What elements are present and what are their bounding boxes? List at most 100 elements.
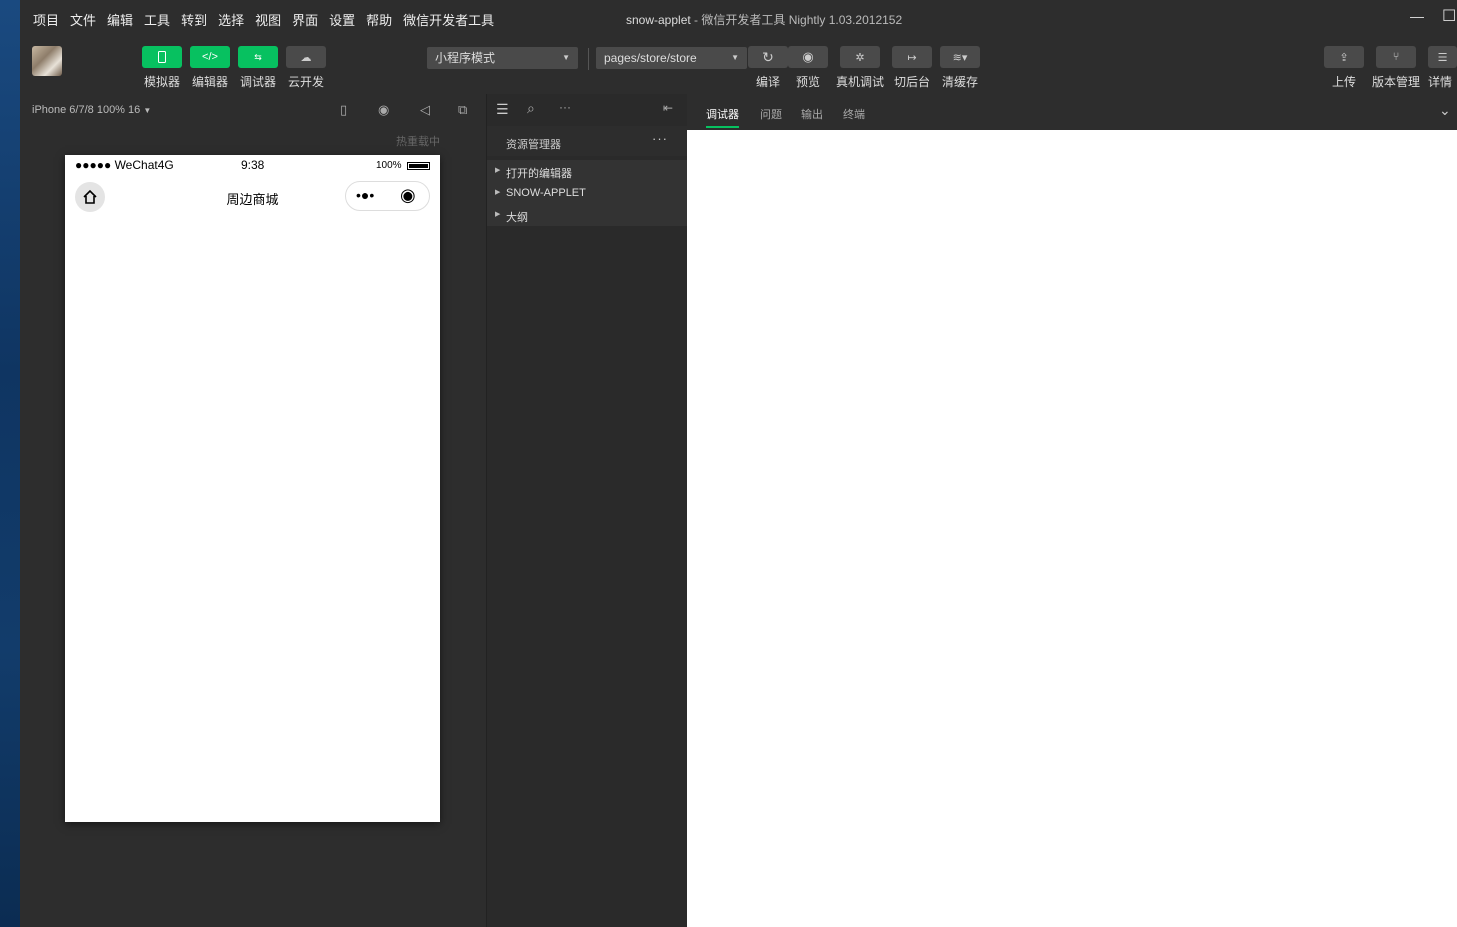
debug-icon: ⇆ xyxy=(254,51,262,62)
eye-icon: ◉ xyxy=(802,49,814,64)
menu-project[interactable]: 项目 xyxy=(33,10,59,29)
menu-interface[interactable]: 界面 xyxy=(292,10,318,29)
simulator-button[interactable] xyxy=(142,46,182,68)
cloud-label: 云开发 xyxy=(287,75,324,89)
details-button[interactable]: ☰ xyxy=(1428,46,1457,68)
version-label: 版本管理 xyxy=(1371,75,1420,89)
chevron-right-icon: ▶ xyxy=(495,167,501,174)
code-icon: </> xyxy=(202,51,218,63)
battery-percent: 100% xyxy=(376,160,402,171)
project-name: snow-applet xyxy=(626,13,691,27)
search-icon[interactable]: ⌕ xyxy=(527,100,535,117)
compile-button[interactable]: ↻ xyxy=(748,46,788,68)
explorer-item-project[interactable]: ▶ SNOW-APPLET xyxy=(487,182,687,204)
volume-icon[interactable]: ◁ xyxy=(420,102,430,118)
explorer-more-button[interactable]: ··· xyxy=(652,131,668,146)
menu-icon: ☰ xyxy=(1437,51,1448,64)
clock-text: 9:38 xyxy=(241,158,265,172)
menu-goto[interactable]: 转到 xyxy=(181,10,207,29)
device-value: iPhone 6/7/8 100% 16 xyxy=(32,104,141,116)
menu-select[interactable]: 选择 xyxy=(218,10,244,29)
debugger-button[interactable]: ⇆ xyxy=(238,46,278,68)
collapse-panel-icon[interactable]: ⇤ xyxy=(663,101,673,115)
clearcache-label: 清缓存 xyxy=(941,75,978,89)
simulator-toolbar: iPhone 6/7/8 100% 16 ▼ ▯ ◉ ◁ ⧉ xyxy=(20,94,486,127)
explorer-header: 资源管理器 ··· xyxy=(487,126,687,156)
battery-icon xyxy=(407,162,430,170)
preview-button[interactable]: ◉ xyxy=(788,46,828,68)
chevron-right-icon: ▶ xyxy=(495,189,501,196)
realdevice-label: 真机调试 xyxy=(835,75,884,89)
branch-icon: ⑂ xyxy=(1392,51,1400,63)
window-title: snow-applet - 微信开发者工具 Nightly 1.03.20121… xyxy=(626,11,902,28)
debug-tabs: 调试器 问题 输出 终端 ⌄ xyxy=(687,94,1457,130)
device-select[interactable]: iPhone 6/7/8 100% 16 ▼ xyxy=(32,104,151,116)
status-bar: ●●●●● WeChat4G 9:38 100% xyxy=(65,155,440,175)
phone-icon xyxy=(158,51,166,63)
simulator-area: 热重载中 ●●●●● WeChat4G 9:38 100% 周边商城 •●• ◉ xyxy=(20,126,486,927)
toolbar: 模拟器 </> 编辑器 ⇆ 调试器 ☁ 云开发 小程序模式 ▼ pages/st… xyxy=(20,36,1457,94)
refresh-icon: ↻ xyxy=(762,48,774,65)
explorer-panel: ☰ ⌕ ··· ⇤ 资源管理器 ··· ▶ 打开的编辑器 ▶ SNOW-APPL… xyxy=(487,94,687,927)
chevron-down-icon: ▼ xyxy=(731,53,739,62)
app-version: - 微信开发者工具 Nightly 1.03.2012152 xyxy=(690,13,903,27)
page-value: pages/store/store xyxy=(604,51,697,65)
clearcache-button[interactable]: ≋▾ xyxy=(940,46,980,68)
chevron-down-icon[interactable]: ⌄ xyxy=(1439,102,1451,119)
popout-icon[interactable]: ⧉ xyxy=(458,102,467,118)
explorer-item-open-editors[interactable]: ▶ 打开的编辑器 xyxy=(487,160,687,182)
maximize-button[interactable]: ☐ xyxy=(1442,6,1456,26)
explorer-item-label: SNOW-APPLET xyxy=(506,187,586,199)
editor-label: 编辑器 xyxy=(191,75,228,89)
minimize-button[interactable]: — xyxy=(1410,8,1424,24)
close-miniprogram-icon[interactable]: ◉ xyxy=(400,185,416,206)
title-bar: 项目 文件 编辑 工具 转到 选择 视图 界面 设置 帮助 微信开发者工具 sn… xyxy=(20,0,1457,36)
menu-tools[interactable]: 工具 xyxy=(144,10,170,29)
desktop-background xyxy=(0,0,20,927)
chevron-down-icon: ▼ xyxy=(562,53,570,62)
menu-settings[interactable]: 设置 xyxy=(329,10,355,29)
list-icon[interactable]: ☰ xyxy=(496,101,509,118)
more-icon[interactable]: ··· xyxy=(559,100,571,114)
record-icon[interactable]: ◉ xyxy=(378,102,389,118)
tab-terminal[interactable]: 终端 xyxy=(843,106,865,122)
chevron-down-icon: ▼ xyxy=(143,106,152,115)
menu-devtools[interactable]: 微信开发者工具 xyxy=(403,10,494,29)
upload-label: 上传 xyxy=(1331,75,1356,89)
mode-select[interactable]: 小程序模式 ▼ xyxy=(427,47,578,69)
cloud-button[interactable]: ☁ xyxy=(286,46,326,68)
menu-file[interactable]: 文件 xyxy=(70,10,96,29)
nav-bar: 周边商城 •●• ◉ xyxy=(65,175,440,219)
bug-icon: ✲ xyxy=(855,51,865,64)
explorer-title: 资源管理器 xyxy=(506,139,561,151)
page-select[interactable]: pages/store/store ▼ xyxy=(596,47,747,69)
background-button[interactable]: ↦ xyxy=(892,46,932,68)
cloud-icon: ☁ xyxy=(300,51,312,64)
explorer-item-outline[interactable]: ▶ 大纲 xyxy=(487,204,687,226)
phone-screen: ●●●●● WeChat4G 9:38 100% 周边商城 •●• ◉ xyxy=(65,155,440,822)
hot-reload-status: 热重载中 xyxy=(396,136,440,148)
tab-output[interactable]: 输出 xyxy=(801,106,823,122)
upload-button[interactable]: ⇪ xyxy=(1324,46,1364,68)
exit-icon: ↦ xyxy=(907,51,917,64)
menu-edit[interactable]: 编辑 xyxy=(107,10,133,29)
editor-button[interactable]: </> xyxy=(190,46,230,68)
tab-debugger[interactable]: 调试器 xyxy=(706,106,739,128)
layers-icon: ≋▾ xyxy=(952,51,968,64)
menu-view[interactable]: 视图 xyxy=(255,10,281,29)
mode-value: 小程序模式 xyxy=(435,51,496,65)
more-icon[interactable]: •●• xyxy=(356,187,374,203)
tab-problems[interactable]: 问题 xyxy=(760,106,782,122)
chevron-right-icon: ▶ xyxy=(495,211,501,218)
phone-frame-icon[interactable]: ▯ xyxy=(340,102,347,118)
realdevice-button[interactable]: ✲ xyxy=(840,46,880,68)
simulator-label: 模拟器 xyxy=(143,75,180,89)
explorer-toolbar: ☰ ⌕ ··· ⇤ xyxy=(487,94,687,126)
menu-help[interactable]: 帮助 xyxy=(366,10,392,29)
debug-pane xyxy=(687,130,1457,927)
capsule-menu: •●• ◉ xyxy=(345,181,430,211)
preview-label: 预览 xyxy=(795,75,820,89)
version-button[interactable]: ⑂ xyxy=(1376,46,1416,68)
menu-bar: 项目 文件 编辑 工具 转到 选择 视图 界面 设置 帮助 微信开发者工具 xyxy=(33,10,505,29)
avatar[interactable] xyxy=(32,46,62,76)
